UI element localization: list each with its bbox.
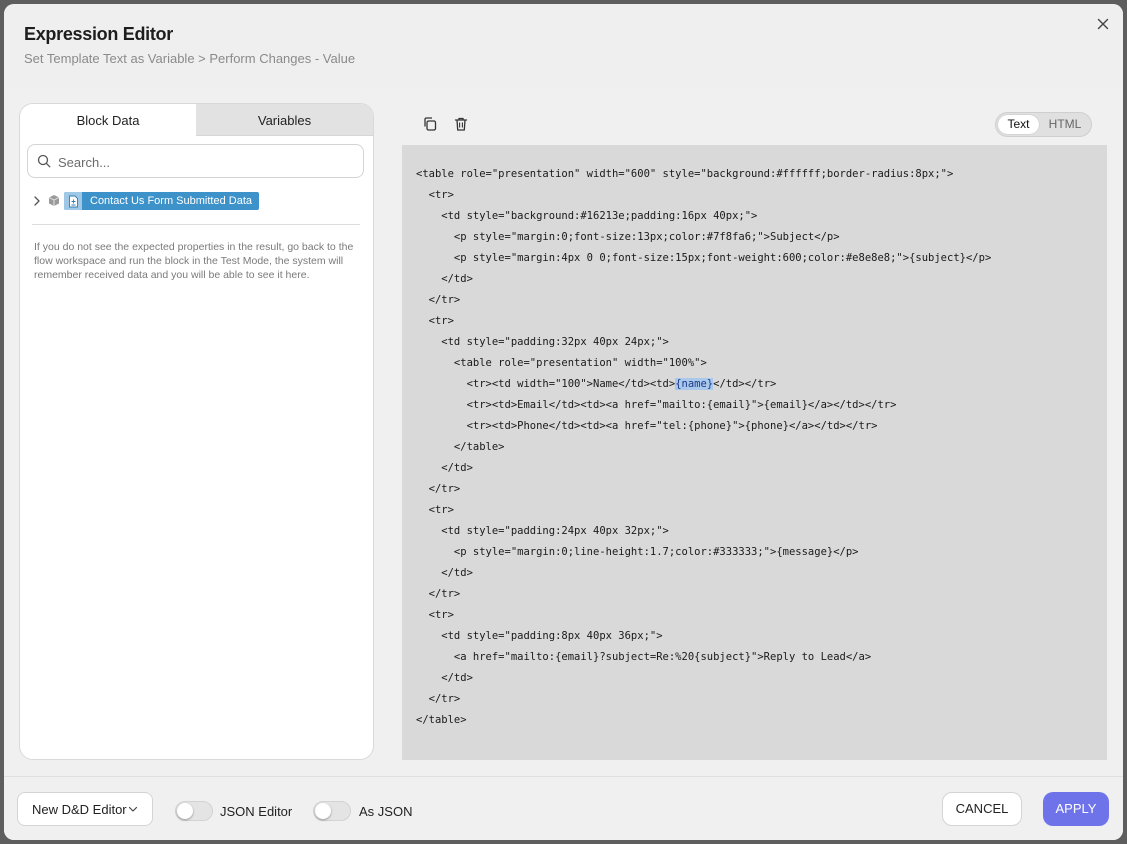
panel-tabs: Block Data Variables	[20, 104, 373, 136]
close-button[interactable]	[1095, 16, 1111, 32]
editor-type-value: New D&D Editor	[32, 802, 127, 817]
modal-header: Expression Editor Set Template Text as V…	[4, 4, 1123, 88]
code-line: <td style="padding:24px 40px 32px;">	[416, 525, 669, 537]
trash-icon	[454, 117, 468, 131]
cancel-button[interactable]: CANCEL	[942, 792, 1022, 826]
code-line: <tr><td width="100">Name</td><td>{name}<…	[416, 378, 777, 390]
copy-button[interactable]	[422, 116, 438, 132]
code-line: <tr><td>Email</td><td><a href="mailto:{e…	[416, 399, 897, 411]
code-editor[interactable]: <table role="presentation" width="600" s…	[402, 145, 1107, 760]
code-line: <tr>	[416, 315, 454, 327]
code-line: <p style="margin:0;font-size:13px;color:…	[416, 231, 840, 243]
json-editor-label: JSON Editor	[220, 804, 293, 819]
mode-html[interactable]: HTML	[1042, 115, 1088, 134]
code-line: <tr>	[416, 609, 454, 621]
code-line: </table>	[416, 714, 467, 726]
tab-block-data[interactable]: Block Data	[20, 104, 196, 136]
code-line: </td>	[416, 273, 473, 285]
expression-editor-modal: Expression Editor Set Template Text as V…	[4, 4, 1123, 840]
copy-icon	[424, 117, 437, 131]
code-line: <tr><td>Phone</td><td><a href="tel:{phon…	[416, 420, 878, 432]
modal-title: Expression Editor	[24, 24, 173, 44]
code-line: <a href="mailto:{email}?subject=Re:%20{s…	[416, 651, 872, 663]
code-content[interactable]: <table role="presentation" width="600" s…	[416, 164, 991, 731]
tab-variables[interactable]: Variables	[196, 104, 373, 136]
apply-button[interactable]: APPLY	[1043, 792, 1109, 826]
editor-type-select[interactable]: New D&D Editor	[17, 792, 153, 826]
search-box	[27, 144, 364, 178]
code-line: <td style="background:#16213e;padding:16…	[416, 210, 758, 222]
json-editor-toggle[interactable]	[175, 801, 213, 821]
mode-text[interactable]: Text	[998, 115, 1039, 134]
code-line: </tr>	[416, 588, 461, 600]
document-icon	[64, 192, 82, 210]
chevron-down-icon	[128, 806, 138, 812]
code-line: <td style="padding:8px 40px 36px;">	[416, 630, 663, 642]
code-line: </td>	[416, 462, 473, 474]
cube-icon	[48, 195, 60, 206]
tree-row: Contact Us Form Submitted Data	[32, 192, 362, 210]
code-line: <table role="presentation" width="600" s…	[416, 168, 954, 180]
toggle-knob	[315, 803, 331, 819]
code-line: <tr>	[416, 504, 454, 516]
toggle-knob	[177, 803, 193, 819]
breadcrumb: Set Template Text as Variable > Perform …	[24, 51, 356, 66]
search-input[interactable]	[56, 151, 350, 173]
hint-text: If you do not see the expected propertie…	[34, 241, 354, 281]
as-json-toggle[interactable]	[313, 801, 351, 821]
code-line: <table role="presentation" width="100%">	[416, 357, 707, 369]
code-line: <p style="margin:4px 0 0;font-size:15px;…	[416, 252, 992, 264]
code-line: </tr>	[416, 483, 461, 495]
tree-node-label: Contact Us Form Submitted Data	[90, 195, 253, 207]
modal-footer: New D&D Editor JSON Editor As JSON CANCE…	[4, 776, 1123, 840]
delete-button[interactable]	[453, 116, 469, 132]
code-line: </table>	[416, 441, 505, 453]
code-line: </td>	[416, 567, 473, 579]
divider	[32, 224, 360, 225]
as-json-label: As JSON	[359, 804, 413, 819]
chevron-right-icon[interactable]	[32, 195, 42, 207]
close-icon	[1097, 18, 1109, 30]
code-line: </tr>	[416, 693, 461, 705]
code-line: </tr>	[416, 294, 461, 306]
code-line: <p style="margin:0;line-height:1.7;color…	[416, 546, 859, 558]
text-html-toggle: Text HTML	[995, 112, 1092, 137]
selected-token: {name}	[675, 378, 714, 390]
left-panel: Block Data Variables Search... Contact U…	[19, 103, 374, 760]
code-line: <tr>	[416, 189, 454, 201]
code-line: </td>	[416, 672, 473, 684]
code-line: <td style="padding:32px 40px 24px;">	[416, 336, 669, 348]
search-icon	[37, 154, 51, 168]
tree-node-contact-form-data[interactable]: Contact Us Form Submitted Data	[64, 192, 260, 210]
